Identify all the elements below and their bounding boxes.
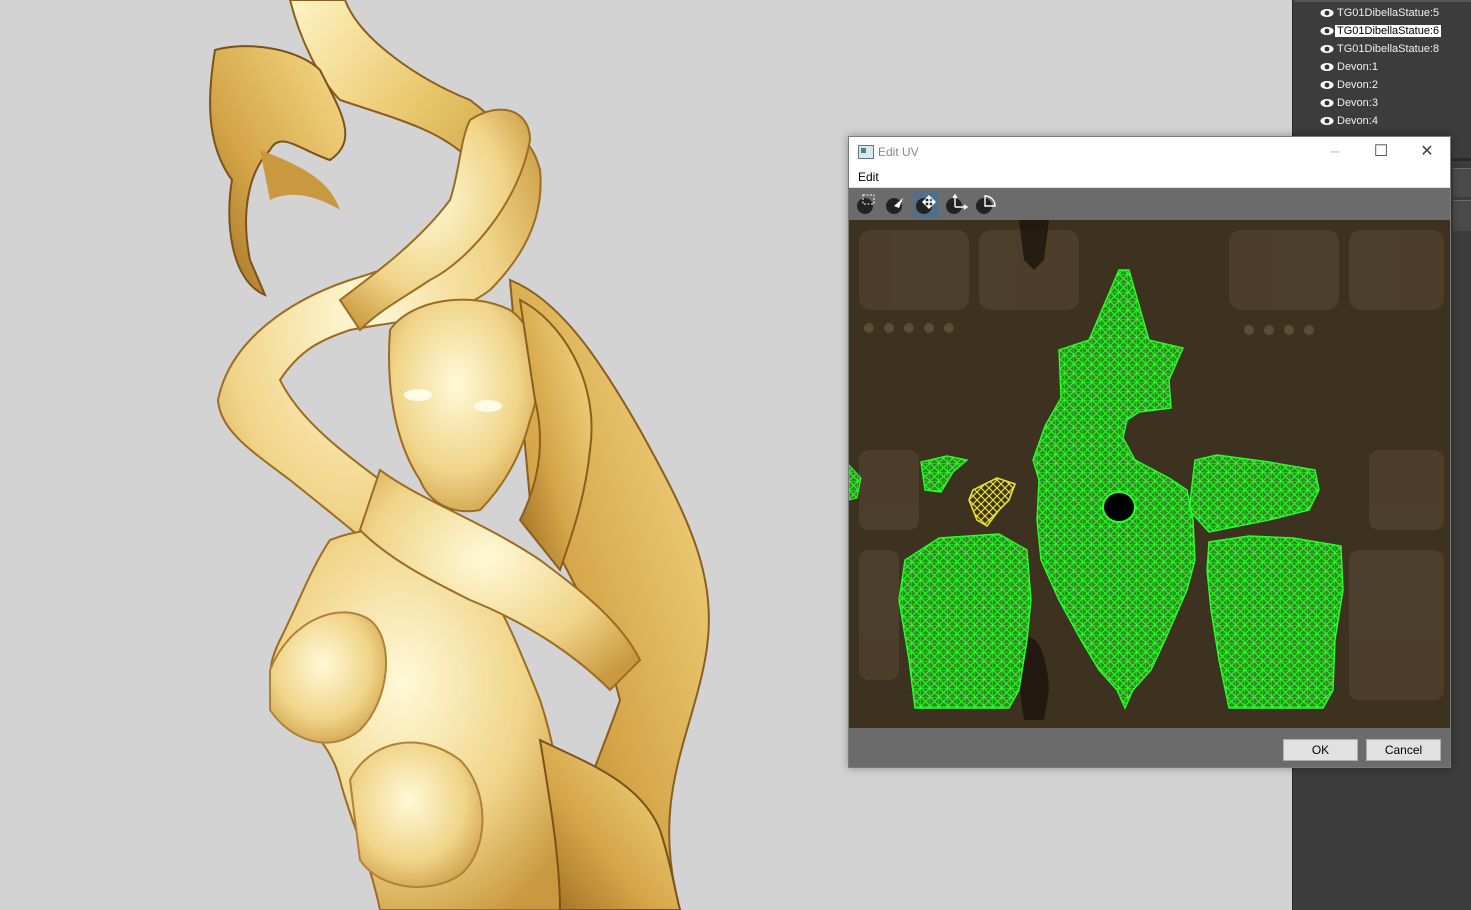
move-pointer-button[interactable] [883, 191, 909, 217]
cancel-button[interactable]: Cancel [1366, 739, 1441, 761]
scale-tool-icon [946, 193, 969, 214]
outliner-item-label: Devon:3 [1337, 97, 1378, 109]
eye-icon[interactable] [1320, 43, 1334, 55]
eye-icon[interactable] [1320, 7, 1334, 19]
outliner-item-label: TG01DibellaStatue:6 [1335, 25, 1442, 37]
outliner-item[interactable]: Devon:2 [1320, 76, 1378, 94]
maximize-button[interactable]: ☐ [1358, 137, 1404, 167]
eye-icon[interactable] [1320, 61, 1334, 73]
move-tool-button[interactable] [913, 191, 939, 217]
outliner-item[interactable]: Devon:3 [1320, 94, 1378, 112]
scale-tool-button[interactable] [943, 191, 969, 217]
dialog-title: Edit UV [878, 145, 919, 159]
eye-icon[interactable] [1320, 25, 1334, 37]
minimize-button[interactable]: – [1312, 137, 1358, 167]
uv-canvas[interactable] [849, 220, 1450, 728]
close-button[interactable]: ✕ [1404, 137, 1450, 167]
uv-toolbar [849, 188, 1450, 220]
outliner-item[interactable]: Devon:4 [1320, 112, 1378, 130]
select-tool-button[interactable] [854, 191, 880, 217]
outliner-item[interactable]: TG01DibellaStatue:8 [1320, 40, 1440, 58]
outliner-item-label: TG01DibellaStatue:8 [1337, 43, 1440, 55]
rotate-tool-icon [976, 195, 996, 214]
dialog-titlebar[interactable]: Edit UV – ☐ ✕ [849, 137, 1450, 167]
menu-bar: Edit [849, 167, 1450, 188]
app-icon [858, 145, 874, 159]
rotate-tool-button[interactable] [973, 191, 999, 217]
eye-icon[interactable] [1320, 97, 1334, 109]
outliner-item-selected[interactable]: TG01DibellaStatue:6 [1320, 22, 1442, 40]
uv-texture-view [849, 220, 1450, 728]
eye-icon[interactable] [1320, 115, 1334, 127]
outliner-item[interactable]: TG01DibellaStatue:5 [1320, 4, 1440, 22]
panel-tab[interactable] [1453, 200, 1471, 231]
outliner-item[interactable]: Devon:1 [1320, 58, 1378, 76]
move-pointer-icon [886, 198, 903, 214]
dialog-button-bar: OK Cancel [849, 728, 1450, 767]
ok-button[interactable]: OK [1283, 739, 1358, 761]
panel-tab[interactable] [1453, 168, 1471, 197]
outliner-item-label: Devon:4 [1337, 115, 1378, 127]
menu-edit[interactable]: Edit [856, 167, 881, 187]
outliner-item-label: TG01DibellaStatue:5 [1337, 7, 1440, 19]
eye-icon[interactable] [1320, 79, 1334, 91]
edit-uv-dialog: Edit UV – ☐ ✕ Edit OK Cancel [848, 136, 1451, 768]
outliner-item-label: Devon:2 [1337, 79, 1378, 91]
move-tool-icon [916, 195, 936, 214]
select-tool-icon [857, 194, 875, 214]
outliner-item-label: Devon:1 [1337, 61, 1378, 73]
